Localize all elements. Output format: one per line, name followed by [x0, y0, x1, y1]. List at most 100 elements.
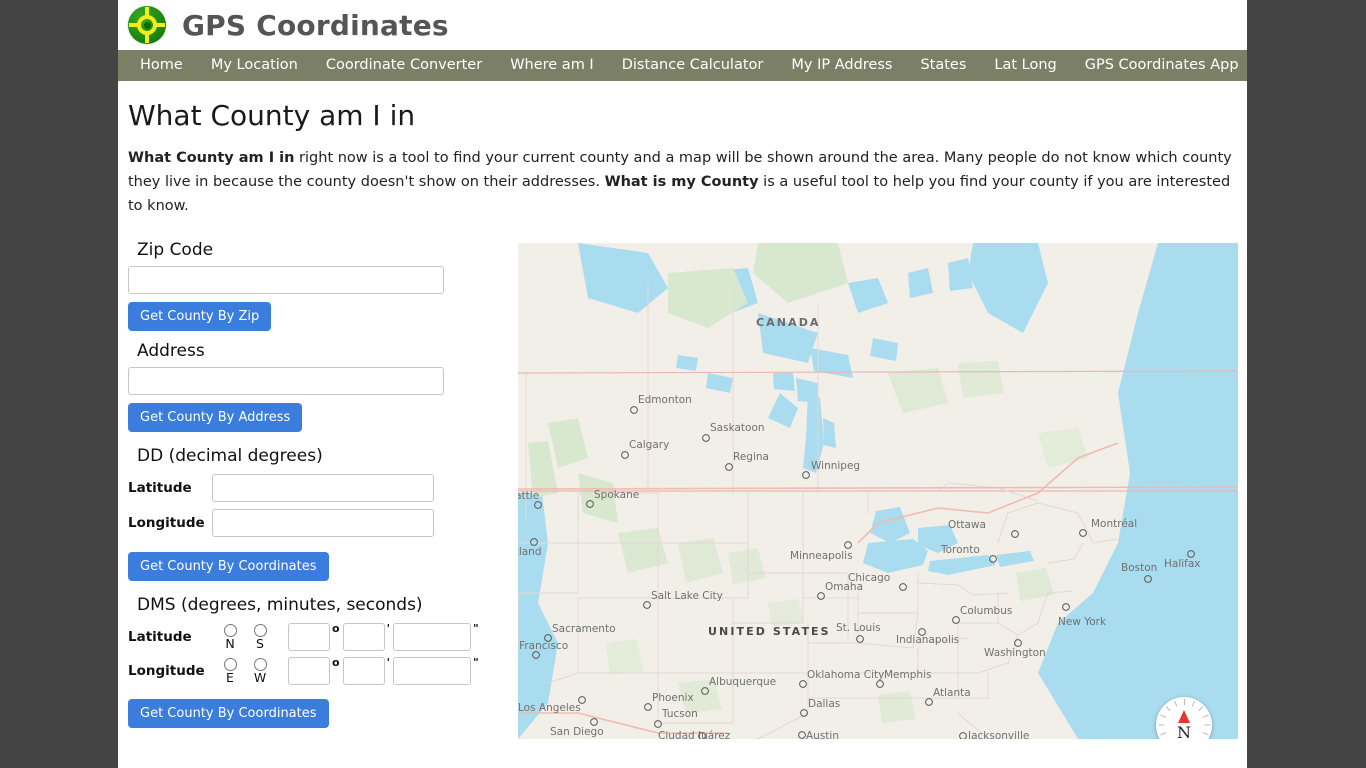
get-county-by-dd-coordinates-button[interactable]: Get County By Coordinates: [128, 552, 329, 581]
map-canvas[interactable]: CANADA UNITED STATES Edmonton Calgary Sa…: [518, 243, 1238, 739]
svg-text:Memphis: Memphis: [884, 669, 931, 681]
dms-latitude-minute-symbol: ': [386, 622, 390, 635]
svg-text:New York: New York: [1058, 616, 1107, 628]
dms-latitude-second-symbol: ": [472, 622, 479, 635]
dms-longitude-minute-symbol: ': [386, 656, 390, 669]
dms-latitude-degrees-input[interactable]: [288, 623, 330, 651]
dms-latitude-north-option[interactable]: N: [216, 624, 244, 650]
dd-section-heading: DD (decimal degrees): [137, 446, 323, 466]
dd-latitude-label: Latitude: [128, 480, 192, 496]
nav-item-home[interactable]: Home: [126, 50, 197, 81]
site-header: GPS Coordinates: [118, 0, 1247, 50]
dms-longitude-minutes-input[interactable]: [342, 657, 385, 685]
nav-item-coordinate-converter[interactable]: Coordinate Converter: [312, 50, 496, 81]
svg-text:Dallas: Dallas: [808, 698, 840, 710]
dd-longitude-input[interactable]: [212, 509, 434, 537]
svg-text:UNITED STATES: UNITED STATES: [708, 625, 831, 638]
svg-text:Ottawa: Ottawa: [948, 519, 986, 531]
zip-code-label: Zip Code: [137, 240, 214, 260]
dms-latitude-label: Latitude: [128, 629, 192, 645]
page-container: GPS Coordinates Home My Location Coordin…: [118, 0, 1247, 768]
dms-latitude-minutes-input[interactable]: [342, 623, 385, 651]
svg-text:Spokane: Spokane: [594, 489, 639, 501]
svg-text:Montréal: Montréal: [1091, 518, 1137, 530]
page-title: What County am I in: [128, 99, 416, 132]
dms-longitude-degrees-input[interactable]: [288, 657, 330, 685]
dd-latitude-input[interactable]: [212, 474, 434, 502]
dms-longitude-east-option[interactable]: E: [216, 658, 244, 684]
get-county-by-address-button[interactable]: Get County By Address: [128, 403, 303, 432]
svg-text:Atlanta: Atlanta: [933, 687, 971, 699]
svg-text:Seattle: Seattle: [518, 490, 539, 502]
main-navigation: Home My Location Coordinate Converter Wh…: [118, 50, 1247, 81]
nav-item-where-am-i[interactable]: Where am I: [496, 50, 608, 81]
dms-longitude-west-label: W: [253, 670, 267, 685]
svg-text:Phoenix: Phoenix: [652, 692, 694, 704]
site-brand-title: GPS Coordinates: [182, 8, 449, 42]
dms-section-heading: DMS (degrees, minutes, seconds): [137, 595, 423, 615]
dms-longitude-west-option[interactable]: W: [246, 658, 274, 684]
nav-item-states[interactable]: States: [906, 50, 980, 81]
nav-item-distance-calculator[interactable]: Distance Calculator: [608, 50, 778, 81]
map-column: CANADA UNITED STATES Edmonton Calgary Sa…: [508, 240, 1238, 739]
svg-text:Jacksonville: Jacksonville: [967, 730, 1029, 739]
svg-text:Halifax: Halifax: [1164, 558, 1201, 570]
dms-longitude-seconds-input[interactable]: [392, 657, 471, 685]
svg-text:Saskatoon: Saskatoon: [710, 422, 765, 434]
main-content: What County am I in What County am I in …: [118, 99, 1247, 739]
nav-item-my-ip-address[interactable]: My IP Address: [777, 50, 906, 81]
svg-text:Edmonton: Edmonton: [638, 394, 692, 406]
nav-item-lat-long[interactable]: Lat Long: [980, 50, 1070, 81]
dms-latitude-seconds-input[interactable]: [392, 623, 471, 651]
svg-text:Albuquerque: Albuquerque: [709, 676, 776, 688]
svg-text:Columbus: Columbus: [960, 605, 1012, 617]
svg-text:Regina: Regina: [733, 451, 769, 463]
svg-text:Washington: Washington: [984, 647, 1046, 659]
intro-bold-lead: What County am I in: [128, 150, 295, 166]
dd-latitude-row: Latitude: [128, 474, 508, 502]
compass-north-needle: [1178, 710, 1190, 723]
map-graphic[interactable]: CANADA UNITED STATES Edmonton Calgary Sa…: [518, 243, 1238, 739]
lookup-form-column: Zip Code Get County By Zip Address Get C…: [128, 240, 508, 739]
dms-latitude-north-label: N: [225, 636, 235, 651]
svg-text:Portland: Portland: [518, 546, 542, 558]
svg-text:St. Louis: St. Louis: [836, 622, 881, 634]
svg-text:Ciudad Juárez: Ciudad Juárez: [658, 730, 731, 739]
nav-item-my-location[interactable]: My Location: [197, 50, 312, 81]
form-and-map-row: Zip Code Get County By Zip Address Get C…: [128, 240, 1238, 739]
dms-longitude-east-label: E: [226, 670, 234, 685]
get-county-by-dms-coordinates-button[interactable]: Get County By Coordinates: [128, 699, 329, 728]
svg-text:Omaha: Omaha: [825, 581, 863, 593]
dms-longitude-degree-symbol: o: [332, 656, 340, 669]
gps-target-icon: [128, 6, 166, 44]
get-county-by-zip-button[interactable]: Get County By Zip: [128, 302, 272, 331]
zip-code-input[interactable]: [128, 266, 444, 294]
dms-longitude-row: Longitude E W o ' ": [128, 657, 508, 685]
svg-text:Winnipeg: Winnipeg: [811, 460, 860, 472]
address-label: Address: [137, 341, 205, 361]
svg-text:Calgary: Calgary: [629, 439, 669, 451]
svg-text:Los Angeles: Los Angeles: [518, 702, 581, 714]
dms-latitude-degree-symbol: o: [332, 622, 340, 635]
dms-latitude-south-option[interactable]: S: [246, 624, 274, 650]
svg-text:Indianapolis: Indianapolis: [896, 634, 959, 646]
svg-text:Boston: Boston: [1121, 562, 1157, 574]
svg-text:San Francisco: San Francisco: [518, 640, 568, 652]
address-input[interactable]: [128, 367, 444, 395]
svg-text:Sacramento: Sacramento: [552, 623, 616, 635]
svg-text:Minneapolis: Minneapolis: [790, 550, 853, 562]
dms-longitude-second-symbol: ": [472, 656, 479, 669]
compass-north-label: N: [1177, 723, 1191, 739]
svg-text:CANADA: CANADA: [756, 316, 821, 329]
svg-text:San Diego: San Diego: [550, 726, 604, 738]
page-intro-paragraph: What County am I in right now is a tool …: [128, 146, 1237, 218]
dd-longitude-row: Longitude: [128, 509, 508, 537]
dms-longitude-label: Longitude: [128, 663, 205, 679]
svg-text:Oklahoma City: Oklahoma City: [807, 669, 884, 681]
svg-text:Tucson: Tucson: [661, 708, 698, 720]
svg-text:Toronto: Toronto: [940, 544, 980, 556]
dd-longitude-label: Longitude: [128, 515, 205, 531]
intro-bold-second: What is my County: [604, 174, 759, 190]
dms-latitude-row: Latitude N S o ' ": [128, 623, 508, 651]
nav-item-gps-coordinates-app[interactable]: GPS Coordinates App: [1071, 50, 1247, 81]
